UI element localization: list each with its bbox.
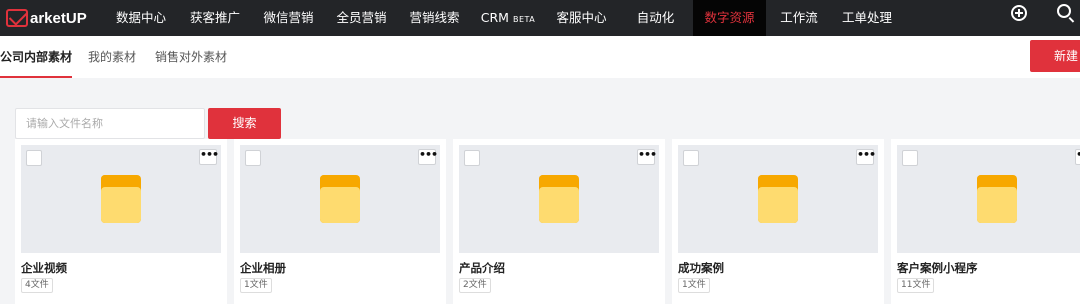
- folder-name: 企业相册: [240, 261, 286, 275]
- nav-item-workflow[interactable]: 工作流: [766, 0, 832, 36]
- logo-mark-icon: [6, 9, 28, 27]
- nav-item-customer-service[interactable]: 客服中心: [545, 0, 618, 36]
- folder-name: 产品介绍: [459, 261, 505, 275]
- file-count-badge: 1文件: [678, 278, 710, 293]
- tab-my-materials[interactable]: 我的素材: [88, 36, 136, 78]
- search-icon[interactable]: [1057, 4, 1071, 18]
- main-nav: 数据中心 获客推广 微信营销 全员营销 营销线索 CRM BETA 客服中心 自动…: [104, 0, 902, 36]
- nav-item-digital-resources[interactable]: 数字资源: [693, 0, 766, 36]
- folder-card[interactable]: ••• 成功案例 1文件: [672, 139, 884, 304]
- folder-thumbnail: •••: [897, 145, 1080, 253]
- folder-icon: [101, 175, 141, 223]
- more-options-icon[interactable]: •••: [637, 149, 657, 165]
- folder-thumbnail: •••: [678, 145, 878, 253]
- beta-badge: BETA: [512, 15, 536, 24]
- nav-item-wechat-marketing[interactable]: 微信营销: [252, 0, 325, 36]
- nav-item-ticket-processing[interactable]: 工单处理: [832, 0, 902, 36]
- select-checkbox[interactable]: [245, 150, 261, 166]
- folder-thumbnail: •••: [240, 145, 440, 253]
- folder-icon: [758, 175, 798, 223]
- select-checkbox[interactable]: [683, 150, 699, 166]
- add-circle-icon[interactable]: [1011, 5, 1027, 21]
- logo-text: arketUP: [30, 9, 87, 27]
- file-count-badge: 2文件: [459, 278, 491, 293]
- nav-item-automation[interactable]: 自动化: [618, 0, 693, 36]
- more-options-icon[interactable]: •••: [1075, 149, 1080, 165]
- folder-icon: [977, 175, 1017, 223]
- folder-icon: [320, 175, 360, 223]
- folder-name: 企业视频: [21, 261, 67, 275]
- folder-thumbnail: •••: [459, 145, 659, 253]
- new-button[interactable]: 新建: [1030, 40, 1080, 72]
- search-input[interactable]: [15, 108, 205, 139]
- folder-card[interactable]: ••• 企业相册 1文件: [234, 139, 446, 304]
- tab-sales-external-materials[interactable]: 销售对外素材: [155, 36, 227, 78]
- folder-card[interactable]: ••• 客户案例小程序 11文件: [891, 139, 1080, 304]
- select-checkbox[interactable]: [26, 150, 42, 166]
- file-count-badge: 4文件: [21, 278, 53, 293]
- search-button[interactable]: 搜索: [208, 108, 281, 139]
- folder-card[interactable]: ••• 产品介绍 2文件: [453, 139, 665, 304]
- nav-item-crm-label: CRM: [480, 10, 509, 25]
- nav-item-marketing-leads[interactable]: 营销线索: [398, 0, 471, 36]
- nav-item-customer-acquisition[interactable]: 获客推广: [178, 0, 252, 36]
- logo[interactable]: arketUP: [0, 0, 104, 36]
- nav-item-crm[interactable]: CRM BETA: [471, 0, 545, 36]
- folder-card[interactable]: ••• 企业视频 4文件: [15, 139, 227, 304]
- more-options-icon[interactable]: •••: [418, 149, 438, 165]
- folder-name: 成功案例: [678, 261, 724, 275]
- select-checkbox[interactable]: [902, 150, 918, 166]
- nav-item-all-staff-marketing[interactable]: 全员营销: [325, 0, 398, 36]
- more-options-icon[interactable]: •••: [856, 149, 876, 165]
- folder-thumbnail: •••: [21, 145, 221, 253]
- tab-company-internal-materials[interactable]: 公司内部素材: [0, 36, 73, 78]
- top-navigation: arketUP 数据中心 获客推广 微信营销 全员营销 营销线索 CRM BETA…: [0, 0, 1080, 36]
- folder-name: 客户案例小程序: [897, 261, 978, 275]
- folder-icon: [539, 175, 579, 223]
- file-count-badge: 1文件: [240, 278, 272, 293]
- select-checkbox[interactable]: [464, 150, 480, 166]
- file-count-badge: 11文件: [897, 278, 935, 293]
- nav-item-data-center[interactable]: 数据中心: [104, 0, 178, 36]
- tabs-bar: 公司内部素材 我的素材 销售对外素材 新建: [0, 36, 1080, 78]
- more-options-icon[interactable]: •••: [199, 149, 219, 165]
